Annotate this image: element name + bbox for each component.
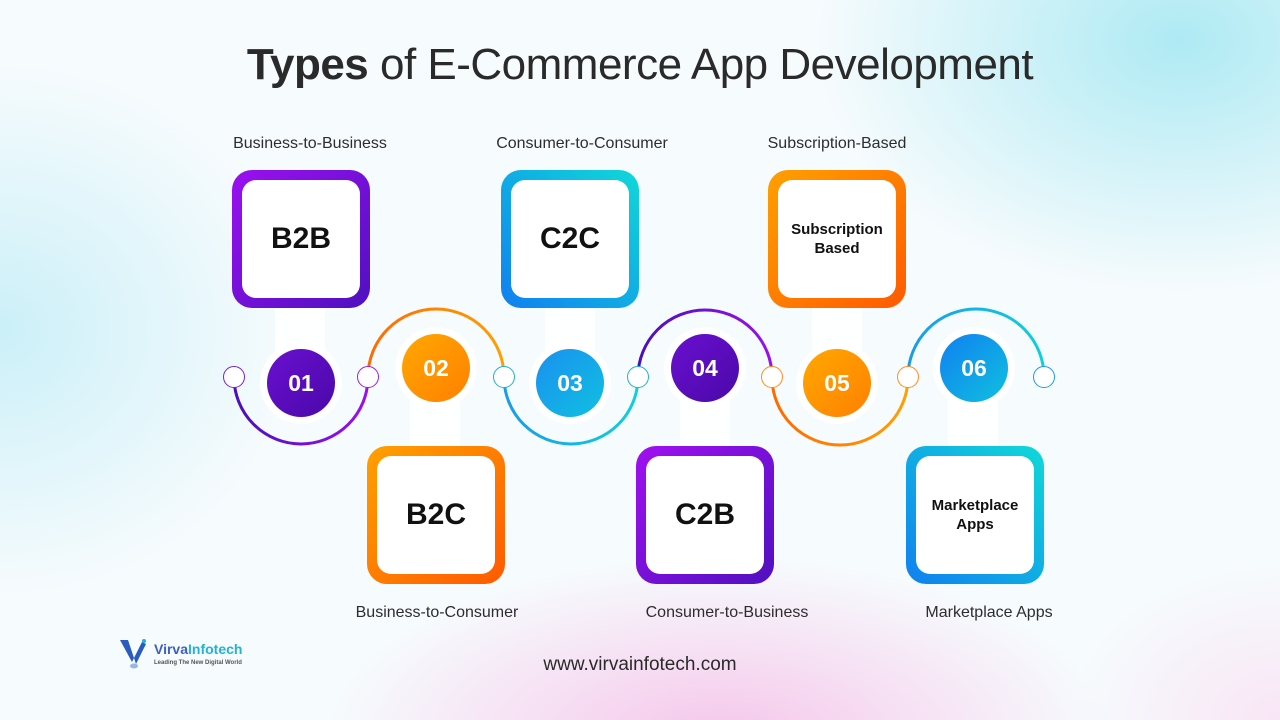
connector-dot	[493, 366, 515, 388]
website-url: www.virvainfotech.com	[543, 654, 737, 675]
connector-dot	[761, 366, 783, 388]
connector-dot	[357, 366, 379, 388]
card-text: C2C	[539, 222, 600, 255]
card-c2b: C2B	[636, 446, 774, 584]
step-number-02: 02	[402, 334, 470, 402]
step-number-06: 06	[940, 334, 1008, 402]
connector-dot	[223, 366, 245, 388]
card-marketplace: Marketplace Apps	[906, 446, 1044, 584]
card-c2c: C2C	[501, 170, 639, 308]
connector-dot	[627, 366, 649, 388]
card-text: C2B	[674, 498, 735, 531]
step-number-03: 03	[536, 349, 604, 417]
connector-dot	[897, 366, 919, 388]
card-text: Subscription Based	[791, 221, 883, 257]
card-text: B2B	[270, 222, 331, 255]
step-number-04: 04	[671, 334, 739, 402]
card-b2b: B2B	[232, 170, 370, 308]
card-text: Marketplace Apps	[931, 497, 1019, 533]
card-subscription: Subscription Based	[768, 170, 906, 308]
card-text: B2C	[405, 498, 466, 531]
connector-diagram	[232, 300, 1046, 450]
step-number-05: 05	[803, 349, 871, 417]
step-number-01: 01	[267, 349, 335, 417]
connector-dot	[1033, 366, 1055, 388]
card-b2c: B2C	[367, 446, 505, 584]
